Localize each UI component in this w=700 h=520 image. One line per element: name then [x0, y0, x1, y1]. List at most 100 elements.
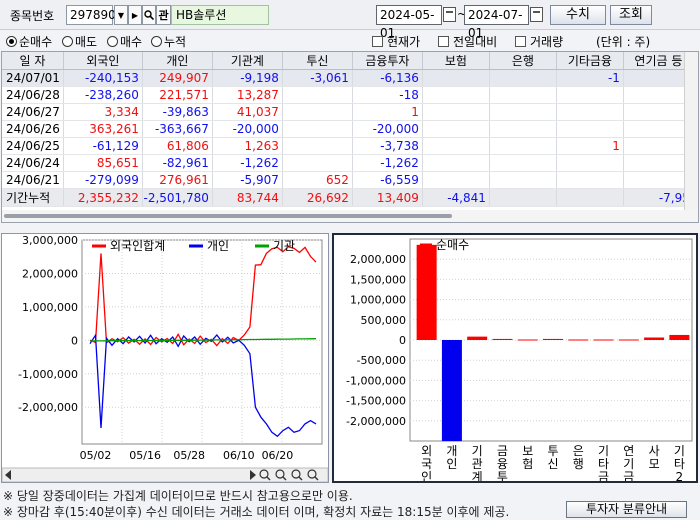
- value-cell: -240,153: [63, 69, 143, 87]
- investor-guide-button[interactable]: 투자자 분류안내: [566, 501, 687, 518]
- column-header[interactable]: 기관계: [212, 52, 283, 70]
- value-cell: -6,136: [352, 69, 423, 87]
- date-cell: 24/06/26: [2, 120, 64, 138]
- category-char: 국: [421, 457, 432, 471]
- value-cell: [282, 120, 353, 138]
- bar-5: [543, 338, 563, 340]
- radio-label: 누적: [164, 35, 187, 49]
- column-header[interactable]: 연기금 등: [623, 52, 694, 70]
- end-calendar-icon[interactable]: [530, 7, 543, 22]
- query-button[interactable]: 조회: [610, 5, 652, 25]
- value-cell: -18: [352, 86, 423, 104]
- category-char: 금: [623, 470, 634, 481]
- table-row[interactable]: 24/07/01 -240,153 249,907 -9,198 -3,061 -6,13…: [2, 69, 694, 87]
- value-cell: -4,841: [422, 188, 490, 207]
- table-row[interactable]: 24/06/24 85,651 -82,961 -1,262 -1,262: [2, 154, 694, 172]
- legend-label: 개인: [207, 239, 229, 253]
- value-cell: -1: [556, 69, 624, 87]
- search-icon[interactable]: [142, 5, 156, 25]
- line-chart-svg: 3,000,000 2,000,000 1,000,000 0 -1,000,000 -2…: [1, 234, 329, 483]
- column-header[interactable]: 보험: [422, 52, 490, 70]
- column-header[interactable]: 금융투자: [352, 52, 423, 70]
- trend-line-chart: 3,000,000 2,000,000 1,000,000 0 -1,000,000 -2…: [1, 233, 329, 483]
- value-cell: [556, 103, 624, 121]
- value-cell: -279,099: [63, 171, 143, 189]
- category-char: 외: [421, 444, 432, 458]
- x-tick-label: 05/16: [129, 449, 161, 462]
- end-date-input[interactable]: 2024-07-01: [464, 5, 529, 40]
- table-row[interactable]: 24/06/27 3,334 -39,863 41,037 1: [2, 103, 694, 121]
- fix-value-button[interactable]: 수치: [550, 5, 606, 25]
- check-current-price[interactable]: 현재가: [372, 33, 420, 50]
- column-header[interactable]: 외국인: [63, 52, 143, 70]
- horizontal-scrollbar[interactable]: [2, 210, 698, 222]
- dropdown-arrow-icon[interactable]: ▼: [114, 5, 128, 25]
- value-cell: 13,287: [212, 86, 283, 104]
- table-row[interactable]: 24/06/26 363,261 -363,667 -20,000 -20,000: [2, 120, 694, 138]
- favorite-toggle-button[interactable]: 관: [156, 5, 171, 25]
- y-tick-label: 0: [399, 334, 406, 347]
- value-cell: [489, 171, 557, 189]
- vertical-scrollbar[interactable]: [684, 52, 698, 210]
- check-label: 전일대비: [453, 35, 498, 49]
- column-header[interactable]: 투신: [282, 52, 353, 70]
- start-calendar-icon[interactable]: [443, 7, 456, 22]
- category-char: 기: [472, 444, 483, 458]
- column-header[interactable]: 은행: [489, 52, 557, 70]
- category-label: 연기금: [623, 444, 634, 481]
- value-cell: 1,263: [212, 137, 283, 155]
- radio-label: 매도: [75, 35, 98, 49]
- bar-2: [467, 336, 488, 340]
- value-cell: [623, 69, 694, 87]
- category-label: 외국인: [421, 444, 432, 481]
- value-cell: 26,692: [282, 188, 353, 207]
- value-cell: [489, 120, 557, 138]
- value-cell: [489, 137, 557, 155]
- next-arrow-icon[interactable]: ▶: [128, 5, 142, 25]
- top-toolbar: 종목번호 297890 ▼ ▶ 관 HB솔루션 2024-05-01 ~ 202…: [0, 0, 700, 40]
- y-tick-label: -2,000,000: [18, 401, 78, 414]
- radio-net-buy[interactable]: 순매수: [6, 33, 52, 50]
- column-header[interactable]: 개인: [142, 52, 213, 70]
- category-char: 투: [497, 470, 508, 481]
- table-row[interactable]: 24/06/25 -61,129 61,806 1,263 -3,738 1: [2, 137, 694, 155]
- category-label: 투신: [547, 444, 558, 471]
- y-tick-label: 2,000,000: [22, 267, 78, 280]
- date-cell: 24/06/25: [2, 137, 64, 155]
- check-volume[interactable]: 거래량: [515, 33, 563, 50]
- stock-code-input[interactable]: 297890: [66, 5, 116, 25]
- value-cell: 85,651: [63, 154, 143, 172]
- table-row[interactable]: 24/06/21 -279,099 276,961 -5,907 652 -6,559: [2, 171, 694, 189]
- scroll-thumb[interactable]: [4, 214, 452, 218]
- radio-buy[interactable]: 매수: [107, 33, 142, 50]
- radio-cumulative[interactable]: 누적: [151, 33, 186, 50]
- radio-selected-icon: [6, 36, 17, 47]
- category-label: 개인: [446, 444, 457, 471]
- bar-6: [568, 339, 589, 341]
- column-header[interactable]: 기타금융: [556, 52, 624, 70]
- check-prev-compare[interactable]: 전일대비: [438, 33, 497, 50]
- value-cell: [556, 120, 624, 138]
- value-cell: -7,95: [623, 188, 694, 207]
- check-label: 거래량: [530, 35, 564, 49]
- code-label: 종목번호: [10, 9, 55, 23]
- radio-sell[interactable]: 매도: [62, 33, 97, 50]
- category-char: 보: [522, 444, 533, 458]
- start-date-input[interactable]: 2024-05-01: [376, 5, 442, 40]
- total-row[interactable]: 기간누적 2,355,232 -2,501,780 83,744 26,692 13,40…: [2, 188, 694, 207]
- y-tick-label: 1,500,000: [350, 273, 406, 286]
- table-row[interactable]: 24/06/28 -238,260 221,571 13,287 -18: [2, 86, 694, 104]
- value-cell: [489, 69, 557, 87]
- category-label: 은행: [573, 444, 584, 471]
- value-cell: -9,198: [212, 69, 283, 87]
- value-cell: [422, 103, 490, 121]
- category-char: 금: [598, 470, 609, 481]
- value-cell: 61,806: [142, 137, 213, 155]
- value-cell: -82,961: [142, 154, 213, 172]
- value-cell: -2,501,780: [142, 188, 213, 207]
- footer-note-2: ※ 장마감 후(15:40분이후) 수신 데이터는 거래소 데이터 이며, 확정…: [3, 505, 510, 519]
- column-header[interactable]: 일 자: [2, 52, 64, 70]
- category-char: 행: [573, 456, 584, 471]
- value-cell: -20,000: [352, 120, 423, 138]
- radio-unselected-icon: [151, 36, 162, 47]
